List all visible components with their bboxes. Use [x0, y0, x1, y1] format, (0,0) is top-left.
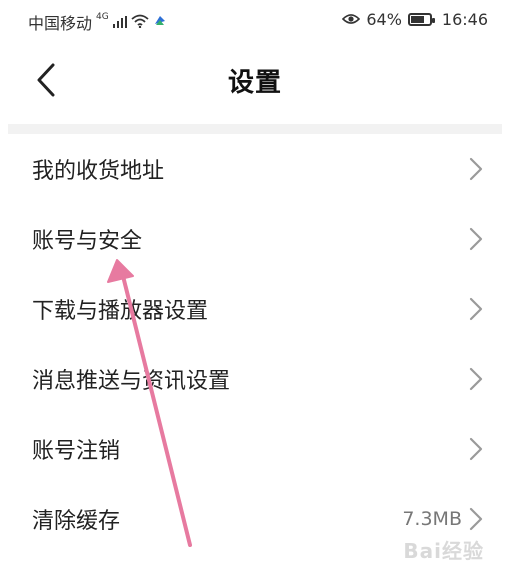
chevron-right-icon	[469, 297, 483, 321]
status-bar: 中国移动 4G 64% 16:46	[0, 0, 510, 44]
settings-item-label: 下载与播放器设置	[32, 299, 209, 324]
settings-item-notifications[interactable]: 消息推送与资讯设置	[0, 344, 510, 414]
settings-item-label: 账号注销	[32, 439, 121, 464]
wifi-icon	[131, 13, 149, 32]
status-left: 中国移动 4G	[28, 10, 167, 34]
settings-item-label: 清除缓存	[32, 509, 121, 534]
section-divider	[8, 124, 502, 134]
signal-icon	[112, 13, 127, 32]
cache-size-value: 7.3MB	[402, 508, 462, 530]
settings-item-account-security[interactable]: 账号与安全	[0, 204, 510, 274]
battery-percent: 64%	[366, 10, 402, 29]
time-label: 16:46	[441, 10, 488, 29]
eye-icon	[342, 10, 361, 29]
carrier-label: 中国移动	[28, 14, 93, 33]
settings-item-label: 消息推送与资讯设置	[32, 369, 231, 394]
settings-item-shipping-address[interactable]: 我的收货地址	[0, 134, 510, 204]
settings-item-download-player[interactable]: 下载与播放器设置	[0, 274, 510, 344]
chevron-right-icon	[469, 507, 483, 531]
network-type: 4G	[96, 12, 109, 22]
battery-icon	[407, 13, 435, 26]
chevron-right-icon	[469, 157, 483, 181]
status-right: 64% 16:46	[342, 10, 488, 29]
app-notification-icon	[153, 13, 167, 32]
chevron-right-icon	[469, 437, 483, 461]
page-title: 设置	[227, 68, 282, 98]
settings-item-account-deletion[interactable]: 账号注销	[0, 414, 510, 484]
chevron-right-icon	[469, 367, 483, 391]
settings-item-label: 账号与安全	[32, 229, 143, 254]
settings-item-label: 我的收货地址	[32, 159, 165, 184]
watermark-logo: Bai经验	[403, 539, 484, 563]
chevron-right-icon	[469, 227, 483, 251]
header: 设置	[0, 44, 510, 120]
settings-list: 我的收货地址 账号与安全 下载与播放器设置 消息推送与资讯设置 账号注销 清除缓…	[0, 134, 510, 554]
